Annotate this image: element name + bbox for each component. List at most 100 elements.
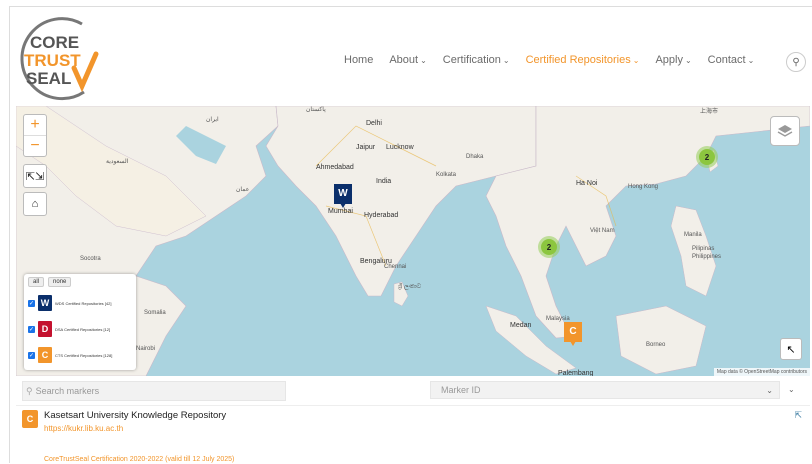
legend-none-button[interactable]: none bbox=[48, 277, 72, 287]
marker-cluster[interactable]: 2 bbox=[538, 236, 560, 258]
nav-item-certification[interactable]: Certification ⌄ bbox=[435, 54, 518, 66]
legend-label: DSA Certified Repositories [12] bbox=[55, 326, 111, 332]
reset-view-button[interactable]: ↖ bbox=[780, 338, 802, 360]
marker-filter-bar: ⚲ Search markers Marker ID ⌄ ⌄ bbox=[16, 378, 810, 404]
map-place-label: Lucknow bbox=[386, 144, 414, 151]
repository-title: Kasetsart University Knowledge Repositor… bbox=[44, 410, 227, 421]
chevron-down-icon: ⌄ bbox=[502, 56, 510, 65]
map-place-label: Nairobi bbox=[136, 346, 156, 352]
core-trust-seal-logo[interactable]: CORE TRUST SEAL bbox=[12, 10, 102, 102]
layers-button[interactable] bbox=[770, 116, 800, 146]
search-icon: ⚲ bbox=[792, 56, 800, 68]
marker-legend: all none ✓ W WDS Certified Repositories [4… bbox=[24, 274, 136, 370]
map-place-label: Pilipinas bbox=[692, 246, 715, 252]
wds-marker-icon: W bbox=[38, 295, 52, 311]
map-place-label: Delhi bbox=[366, 120, 382, 127]
map-place-label: Hyderabad bbox=[364, 212, 399, 219]
map-place-label: عمان bbox=[236, 187, 250, 193]
logo-text-seal: SEAL bbox=[26, 69, 71, 88]
fullscreen-button[interactable]: ⇱⇲ bbox=[23, 164, 47, 188]
search-icon: ⚲ bbox=[26, 385, 33, 396]
logo-text-core: CORE bbox=[30, 33, 79, 52]
zoom-out-button[interactable]: − bbox=[24, 135, 46, 156]
arrow-up-left-icon: ↖ bbox=[786, 343, 796, 356]
legend-row-cts: ✓ C CTS Certified Repositories [128] bbox=[24, 342, 136, 368]
chevron-down-icon: ⌄ bbox=[684, 56, 692, 65]
map-place-label: Hong Kong bbox=[628, 184, 659, 190]
chevron-down-icon[interactable]: ⌄ bbox=[788, 385, 795, 394]
expand-icon[interactable]: ⇱ bbox=[794, 410, 802, 421]
map-place-label: Medan bbox=[510, 322, 532, 329]
map-place-label: India bbox=[376, 178, 392, 185]
map-place-label: Palembang bbox=[558, 370, 594, 376]
map-place-label: پاکستان bbox=[306, 107, 326, 113]
map-place-label: 上海市 bbox=[700, 109, 719, 115]
map-place-label: Socotra bbox=[80, 256, 101, 262]
map-place-label: Kolkata bbox=[436, 172, 457, 178]
map-place-label: Borneo bbox=[646, 342, 666, 348]
repository-link[interactable]: https://kukr.lib.ku.ac.th bbox=[44, 424, 123, 433]
nav-item-label: Certification bbox=[442, 54, 501, 66]
nav-item-apply[interactable]: Apply ⌄ bbox=[647, 54, 699, 66]
map-place-label: Ha Noi bbox=[576, 180, 598, 187]
search-markers-input[interactable]: ⚲ Search markers bbox=[22, 381, 286, 401]
home-icon: ⌂ bbox=[31, 198, 39, 210]
map-place-label: Dhaka bbox=[466, 154, 484, 160]
certification-info[interactable]: CoreTrustSeal Certification 2020-2022 (v… bbox=[44, 456, 234, 463]
chevron-down-icon: ⌄ bbox=[766, 385, 773, 395]
chevron-down-icon: ⌄ bbox=[632, 56, 640, 65]
map-place-label: Ahmedabad bbox=[316, 164, 354, 171]
zoom-control: + − bbox=[23, 114, 47, 157]
home-button[interactable]: ⌂ bbox=[23, 192, 47, 216]
repository-map[interactable]: Delhi Jaipur Lucknow Ahmedabad India Mumbai Hy… bbox=[16, 106, 810, 376]
search-button[interactable]: ⚲ bbox=[786, 52, 806, 72]
cts-marker-icon: C bbox=[22, 410, 38, 428]
map-place-label: Việt Nam bbox=[590, 228, 615, 234]
legend-checkbox[interactable]: ✓ bbox=[28, 299, 35, 307]
map-attribution[interactable]: Map data © OpenStreetMap contributors bbox=[713, 368, 810, 376]
nav-item-label: About bbox=[389, 54, 419, 66]
list-item[interactable]: C Kasetsart University Knowledge Reposit… bbox=[16, 405, 810, 464]
nav-item-label: Contact bbox=[707, 54, 746, 66]
nav-item-label: Home bbox=[344, 54, 374, 66]
cluster-count: 2 bbox=[541, 239, 557, 255]
map-place-label: ශ්‍රී ලංකාව bbox=[398, 284, 422, 290]
legend-label: WDS Certified Repositories [42] bbox=[55, 300, 112, 306]
nav-item-home[interactable]: Home bbox=[336, 54, 381, 66]
map-place-label: Jaipur bbox=[356, 144, 376, 151]
marker-letter: W bbox=[338, 188, 348, 199]
marker-cluster[interactable]: 2 bbox=[696, 146, 718, 168]
map-place-label: Somalia bbox=[144, 310, 166, 316]
cts-map-marker[interactable]: C bbox=[564, 322, 582, 346]
nav-item-label: Apply bbox=[655, 54, 683, 66]
map-place-label: ایران bbox=[206, 117, 219, 123]
legend-label: CTS Certified Repositories [128] bbox=[55, 352, 113, 358]
marker-id-select[interactable]: Marker ID ⌄ bbox=[430, 381, 780, 399]
cluster-count: 2 bbox=[699, 149, 715, 165]
legend-all-button[interactable]: all bbox=[28, 277, 45, 287]
nav-item-label: Certified Repositories bbox=[525, 54, 631, 66]
cts-marker-icon: C bbox=[38, 347, 52, 363]
nav-item-contact[interactable]: Contact ⌄ bbox=[700, 54, 763, 66]
map-place-label: Philippines bbox=[692, 254, 722, 260]
legend-row-wds: ✓ W WDS Certified Repositories [42] bbox=[24, 290, 136, 316]
legend-checkbox[interactable]: ✓ bbox=[28, 351, 35, 359]
map-place-label: Mumbai bbox=[328, 208, 353, 215]
chevron-down-icon: ⌄ bbox=[420, 56, 427, 65]
zoom-in-button[interactable]: + bbox=[24, 115, 46, 135]
chevron-down-icon: ⌄ bbox=[747, 56, 755, 65]
marker-id-placeholder: Marker ID bbox=[441, 385, 481, 395]
fullscreen-icon: ⇱⇲ bbox=[25, 170, 45, 183]
map-place-label: Manila bbox=[684, 232, 702, 238]
map-place-label: Chennai bbox=[384, 264, 407, 270]
map-place-label: السعودية bbox=[106, 159, 129, 165]
legend-checkbox[interactable]: ✓ bbox=[28, 325, 35, 333]
dsa-marker-icon: D bbox=[38, 321, 52, 337]
marker-letter: C bbox=[569, 326, 577, 337]
wds-map-marker[interactable]: W bbox=[334, 184, 352, 208]
nav-item-about[interactable]: About ⌄ bbox=[381, 54, 434, 66]
layers-icon bbox=[777, 125, 793, 137]
legend-row-dsa: ✓ D DSA Certified Repositories [12] bbox=[24, 316, 136, 342]
nav-item-certified-repositories[interactable]: Certified Repositories ⌄ bbox=[518, 54, 648, 66]
search-markers-placeholder: Search markers bbox=[35, 386, 100, 396]
